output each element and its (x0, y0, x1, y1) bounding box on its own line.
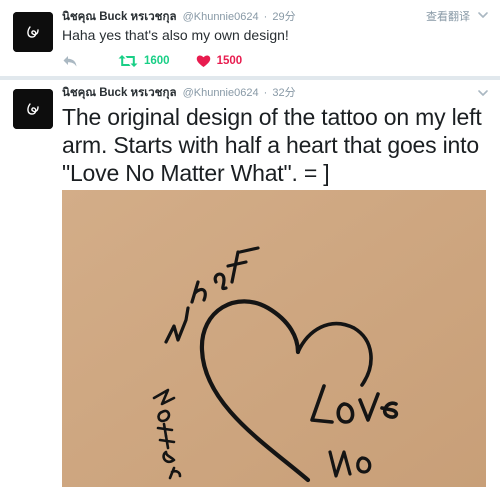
reply-icon (63, 56, 77, 67)
avatar[interactable] (13, 12, 53, 52)
avatar[interactable] (13, 89, 53, 129)
tweet-media-photo[interactable] (62, 190, 486, 487)
username[interactable]: @Khunnie0624 (183, 87, 259, 99)
retweet-count: 1600 (144, 55, 170, 67)
tattoo-drawing (62, 190, 486, 487)
like-count: 1500 (216, 55, 243, 67)
retweet-icon (118, 55, 138, 67)
chevron-down-icon[interactable] (476, 8, 490, 22)
heart-icon (196, 55, 210, 67)
retweet-button[interactable]: 1600 (118, 53, 170, 69)
timestamp[interactable]: 29分 (272, 11, 295, 23)
tweet-original[interactable]: นิชคุณ Buck หรเวชกุล @Khunnie0624 · 32分 … (0, 80, 500, 487)
separator: · (263, 87, 268, 99)
chevron-down-icon[interactable] (476, 86, 490, 100)
tweet-actions: 1600 1500 (62, 53, 268, 69)
tweet-header: นิชคุณ Buck หรเวชกุล @Khunnie0624 · 29分 (62, 9, 296, 25)
like-button[interactable]: 1500 (196, 53, 243, 69)
reply-button[interactable] (62, 54, 78, 68)
fullname[interactable]: นิชคุณ Buck หรเวชกุล (62, 87, 177, 99)
timestamp[interactable]: 32分 (272, 87, 295, 99)
tweet-text: Haha yes that's also my own design! (62, 27, 289, 43)
tweet-header: นิชคุณ Buck หรเวชกุล @Khunnie0624 · 32分 (62, 85, 296, 101)
separator: · (263, 11, 268, 23)
tweet-reply[interactable]: นิชคุณ Buck หรเวชกุล @Khunnie0624 · 29分 … (0, 0, 500, 77)
timeline-stream: นิชคุณ Buck หรเวชกุล @Khunnie0624 · 29分 … (0, 0, 500, 487)
tweet-text: The original design of the tattoo on my … (62, 104, 482, 186)
translate-link[interactable]: 查看翻译 (426, 9, 470, 25)
fullname[interactable]: นิชคุณ Buck หรเวชกุล (62, 11, 177, 23)
username[interactable]: @Khunnie0624 (183, 11, 259, 23)
